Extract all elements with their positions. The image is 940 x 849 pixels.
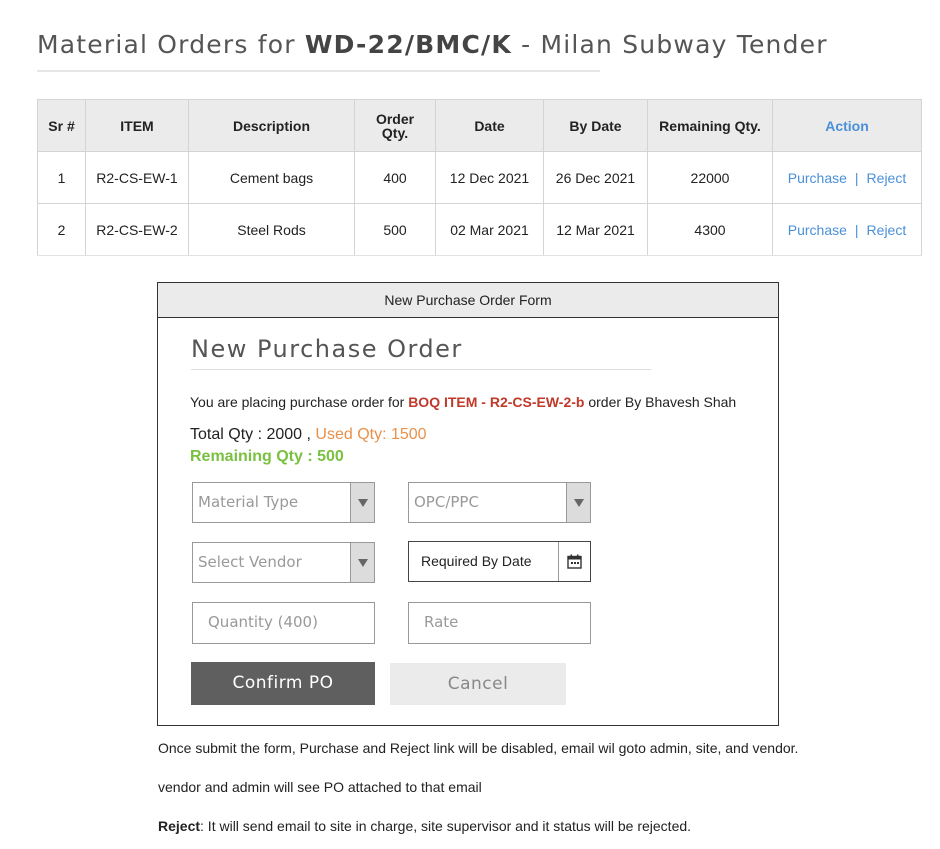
reject-link[interactable]: Reject xyxy=(867,170,907,186)
material-type-select[interactable]: Material Type xyxy=(192,482,375,523)
note-reject: Reject: It will send email to site in ch… xyxy=(158,818,691,834)
cancel-button[interactable]: Cancel xyxy=(390,663,566,705)
form-title: New Purchase Order xyxy=(191,335,463,363)
column-header: Remaining Qty. xyxy=(647,99,773,152)
cell-description: Cement bags xyxy=(188,151,355,204)
used-qty: Used Qty: 1500 xyxy=(315,426,427,443)
purchase-order-form-panel: New Purchase Order Form New Purchase Ord… xyxy=(157,282,779,726)
chevron-down-icon xyxy=(566,483,590,522)
form-panel-header: New Purchase Order Form xyxy=(158,283,778,318)
required-by-date-field[interactable]: Required By Date xyxy=(408,541,591,582)
cell-item: R2-CS-EW-2 xyxy=(85,203,189,256)
note-reject-label: Reject xyxy=(158,818,201,834)
cement-type-placeholder: OPC/PPC xyxy=(414,493,479,511)
cell-sr: 1 xyxy=(37,151,86,204)
vendor-select[interactable]: Select Vendor xyxy=(192,542,375,583)
cell-order-qty: 500 xyxy=(354,203,436,256)
column-header-label: Order Qty. xyxy=(375,110,415,141)
confirm-po-button[interactable]: Confirm PO xyxy=(191,662,375,705)
placing-suffix: order By Bhavesh Shah xyxy=(588,394,737,410)
required-by-date-label: Required By Date xyxy=(421,553,532,569)
material-type-placeholder: Material Type xyxy=(198,493,299,511)
cell-action: Purchase | Reject xyxy=(772,151,922,204)
title-suffix: - Milan Subway Tender xyxy=(521,30,828,59)
quantity-placeholder: Quantity (400) xyxy=(208,613,318,631)
chevron-down-icon xyxy=(350,483,374,522)
tender-code: WD-22/BMC/K xyxy=(304,30,512,59)
remaining-qty: Remaining Qty : 500 xyxy=(190,448,344,465)
page-title: Material Orders for WD-22/BMC/K - Milan … xyxy=(37,30,828,59)
column-header: Order Qty. xyxy=(354,99,436,152)
title-prefix: Material Orders for xyxy=(37,30,296,59)
cement-type-select[interactable]: OPC/PPC xyxy=(408,482,591,523)
rate-placeholder: Rate xyxy=(424,613,459,631)
table-header-row: Sr # ITEM Description Order Qty. Date By… xyxy=(37,99,922,152)
cell-order-qty: 400 xyxy=(354,151,436,204)
table-row: 1 R2-CS-EW-1 Cement bags 400 12 Dec 2021… xyxy=(37,151,922,204)
note-submit-info: Once submit the form, Purchase and Rejec… xyxy=(158,740,799,756)
rate-input[interactable]: Rate xyxy=(408,602,591,644)
purchase-link[interactable]: Purchase xyxy=(788,170,847,186)
calendar-icon[interactable] xyxy=(558,542,590,581)
action-separator: | xyxy=(854,169,859,186)
note-vendor-admin: vendor and admin will see PO attached to… xyxy=(158,779,482,795)
placing-prefix: You are placing purchase order for xyxy=(190,394,405,410)
cell-date: 02 Mar 2021 xyxy=(435,203,544,256)
boq-item-label: BOQ ITEM - R2-CS-EW-2-b xyxy=(408,394,585,410)
cell-remaining-qty: 4300 xyxy=(647,203,773,256)
cell-date: 12 Dec 2021 xyxy=(435,151,544,204)
cell-remaining-qty: 22000 xyxy=(647,151,773,204)
action-separator: | xyxy=(854,221,859,238)
cell-by-date: 12 Mar 2021 xyxy=(543,203,648,256)
column-header-action: Action xyxy=(772,99,922,152)
quantity-input[interactable]: Quantity (400) xyxy=(192,602,375,644)
placing-order-text: You are placing purchase order for BOQ I… xyxy=(190,394,736,410)
chevron-down-icon xyxy=(350,543,374,582)
note-reject-text: : It will send email to site in charge, … xyxy=(200,818,692,834)
column-header: By Date xyxy=(543,99,648,152)
orders-table: Sr # ITEM Description Order Qty. Date By… xyxy=(37,99,922,256)
column-header: Date xyxy=(435,99,544,152)
cell-sr: 2 xyxy=(37,203,86,256)
form-title-underline xyxy=(191,369,651,370)
cell-item: R2-CS-EW-1 xyxy=(85,151,189,204)
vendor-placeholder: Select Vendor xyxy=(198,553,302,571)
title-underline xyxy=(37,70,600,72)
column-header: Description xyxy=(188,99,355,152)
column-header: ITEM xyxy=(85,99,189,152)
cell-by-date: 26 Dec 2021 xyxy=(543,151,648,204)
quantity-summary: Total Qty : 2000 , Used Qty: 1500 xyxy=(190,426,427,444)
column-header: Sr # xyxy=(37,99,86,152)
purchase-link[interactable]: Purchase xyxy=(788,222,847,238)
table-row: 2 R2-CS-EW-2 Steel Rods 500 02 Mar 2021 … xyxy=(37,203,922,256)
cell-action: Purchase | Reject xyxy=(772,203,922,256)
reject-link[interactable]: Reject xyxy=(867,222,907,238)
total-qty: Total Qty : 2000 , xyxy=(190,426,311,443)
cell-description: Steel Rods xyxy=(188,203,355,256)
